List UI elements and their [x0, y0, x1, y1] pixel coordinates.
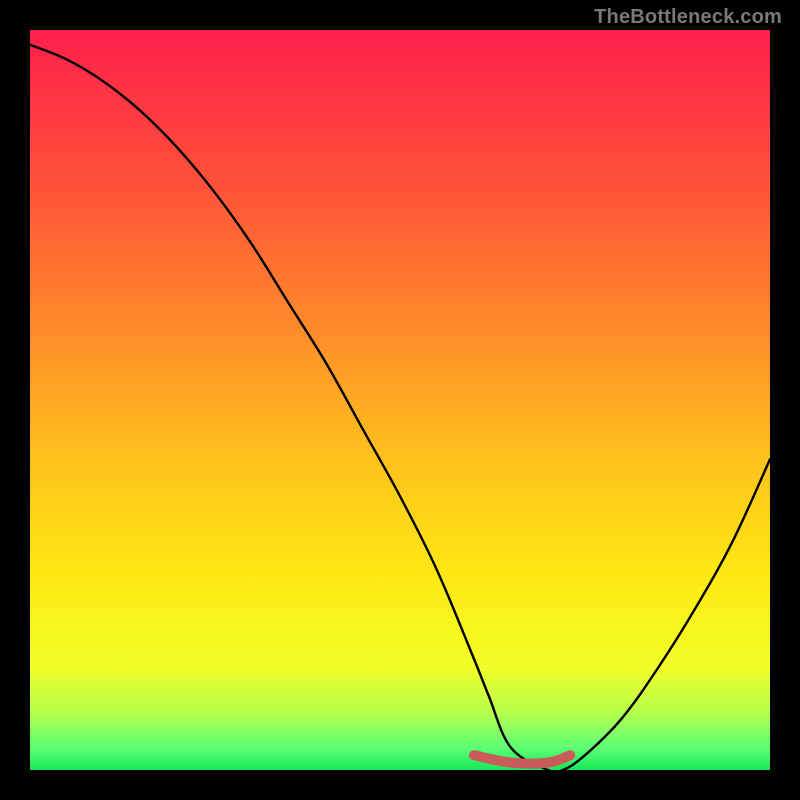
chart-svg — [0, 0, 800, 800]
bottleneck-chart: TheBottleneck.com — [0, 0, 800, 800]
gradient-panel — [30, 30, 770, 770]
watermark: TheBottleneck.com — [594, 6, 782, 29]
